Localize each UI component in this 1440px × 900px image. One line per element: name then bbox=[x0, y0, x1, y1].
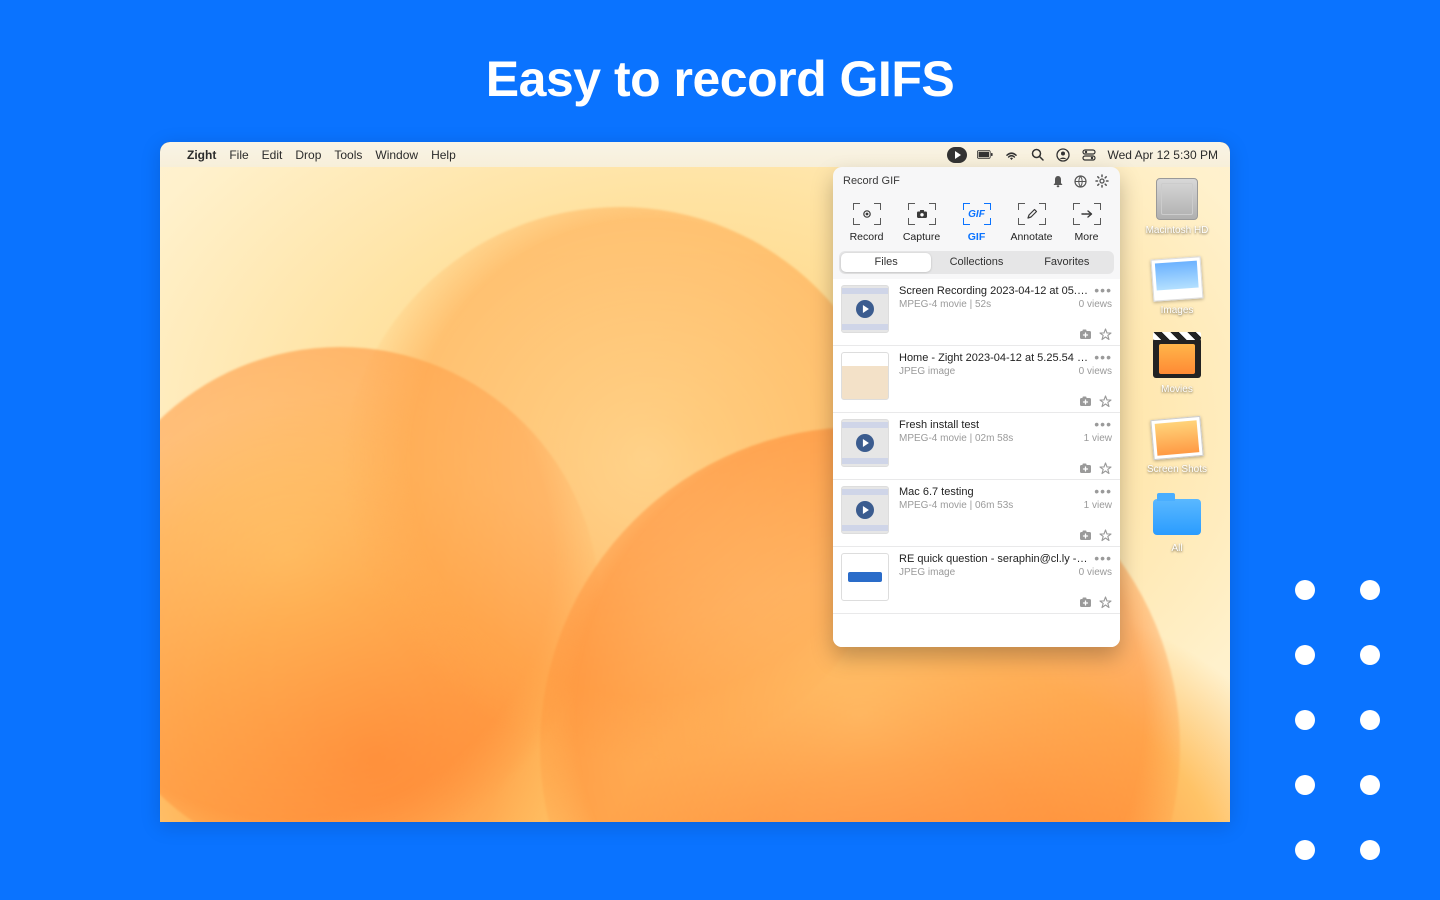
menu-edit[interactable]: Edit bbox=[262, 148, 283, 162]
menu-help[interactable]: Help bbox=[431, 148, 456, 162]
desktop-icon-movies[interactable]: Movies bbox=[1152, 336, 1202, 396]
action-gif[interactable]: GIF GIF bbox=[951, 203, 1003, 243]
item-name: RE quick question - seraphin@cl.ly - Clo… bbox=[899, 553, 1090, 565]
star-icon[interactable] bbox=[1098, 327, 1112, 341]
zight-panel: Record GIF Record bbox=[833, 167, 1120, 647]
zight-menubar-icon[interactable] bbox=[947, 147, 967, 163]
more-dots-icon[interactable]: ••• bbox=[1094, 553, 1112, 563]
panel-title: Record GIF bbox=[843, 175, 1044, 187]
item-meta: JPEG image bbox=[899, 366, 955, 377]
item-views: 0 views bbox=[1079, 366, 1112, 377]
list-item[interactable]: Mac 6.7 testing ••• MPEG-4 movie | 06m 53s… bbox=[833, 480, 1120, 547]
action-more[interactable]: More bbox=[1061, 203, 1113, 243]
thumbnail bbox=[841, 352, 889, 400]
more-dots-icon[interactable]: ••• bbox=[1094, 285, 1112, 295]
segmented-tabs: Files Collections Favorites bbox=[839, 251, 1114, 274]
menu-tools[interactable]: Tools bbox=[334, 148, 362, 162]
file-list[interactable]: Screen Recording 2023-04-12 at 05.28.50 … bbox=[833, 279, 1120, 647]
desktop-icon-images[interactable]: Images bbox=[1152, 257, 1202, 317]
star-icon[interactable] bbox=[1098, 461, 1112, 475]
more-dots-icon[interactable]: ••• bbox=[1094, 419, 1112, 429]
list-item[interactable]: Screen Recording 2023-04-12 at 05.28.50 … bbox=[833, 279, 1120, 346]
globe-icon[interactable] bbox=[1072, 173, 1088, 189]
tab-collections[interactable]: Collections bbox=[931, 253, 1021, 272]
panel-header: Record GIF bbox=[833, 167, 1120, 195]
desktop-icon-all[interactable]: All bbox=[1152, 495, 1202, 555]
menubar-app-name[interactable]: Zight bbox=[187, 148, 216, 162]
add-to-collection-icon[interactable] bbox=[1078, 528, 1092, 542]
thumbnail bbox=[841, 419, 889, 467]
wifi-icon[interactable] bbox=[1003, 147, 1019, 163]
desktop-icons-column: Macintosh HD Images Movies Screen Shots … bbox=[1134, 177, 1220, 555]
mac-desktop: Zight File Edit Drop Tools Window Help bbox=[160, 142, 1230, 822]
action-annotate[interactable]: Annotate bbox=[1006, 203, 1058, 243]
item-name: Home - Zight 2023-04-12 at 5.25.54 PM bbox=[899, 352, 1090, 364]
menu-window[interactable]: Window bbox=[375, 148, 418, 162]
folder-icon bbox=[1153, 499, 1201, 535]
clapperboard-icon bbox=[1153, 338, 1201, 378]
battery-icon[interactable] bbox=[977, 147, 993, 163]
item-views: 0 views bbox=[1079, 299, 1112, 310]
notifications-icon[interactable] bbox=[1050, 173, 1066, 189]
item-meta: MPEG-4 movie | 52s bbox=[899, 299, 991, 310]
desktop-wallpaper: Macintosh HD Images Movies Screen Shots … bbox=[160, 167, 1230, 822]
tab-favorites[interactable]: Favorites bbox=[1022, 253, 1112, 272]
decoration-dots bbox=[1295, 580, 1380, 860]
add-to-collection-icon[interactable] bbox=[1078, 394, 1092, 408]
item-meta: MPEG-4 movie | 02m 58s bbox=[899, 433, 1013, 444]
item-name: Mac 6.7 testing bbox=[899, 486, 1090, 498]
more-dots-icon[interactable]: ••• bbox=[1094, 486, 1112, 496]
spotlight-icon[interactable] bbox=[1029, 147, 1045, 163]
photo-stack-icon bbox=[1151, 256, 1204, 301]
control-center-icon[interactable] bbox=[1081, 147, 1097, 163]
action-capture[interactable]: Capture bbox=[896, 203, 948, 243]
thumbnail bbox=[841, 285, 889, 333]
item-meta: MPEG-4 movie | 06m 53s bbox=[899, 500, 1013, 511]
star-icon[interactable] bbox=[1098, 394, 1112, 408]
thumbnail bbox=[841, 553, 889, 601]
item-name: Screen Recording 2023-04-12 at 05.28.50 … bbox=[899, 285, 1090, 297]
star-icon[interactable] bbox=[1098, 528, 1112, 542]
thumbnail bbox=[841, 486, 889, 534]
list-item[interactable]: Fresh install test ••• MPEG-4 movie | 02m … bbox=[833, 413, 1120, 480]
more-dots-icon[interactable]: ••• bbox=[1094, 352, 1112, 362]
add-to-collection-icon[interactable] bbox=[1078, 461, 1092, 475]
menu-drop[interactable]: Drop bbox=[295, 148, 321, 162]
list-item[interactable]: RE quick question - seraphin@cl.ly - Clo… bbox=[833, 547, 1120, 614]
user-switch-icon[interactable] bbox=[1055, 147, 1071, 163]
tab-files[interactable]: Files bbox=[841, 253, 931, 272]
desktop-icon-screenshots[interactable]: Screen Shots bbox=[1147, 416, 1207, 476]
menubar: Zight File Edit Drop Tools Window Help bbox=[160, 142, 1230, 167]
star-icon[interactable] bbox=[1098, 595, 1112, 609]
add-to-collection-icon[interactable] bbox=[1078, 327, 1092, 341]
hard-drive-icon bbox=[1156, 178, 1198, 220]
item-views: 1 view bbox=[1084, 500, 1112, 511]
item-meta: JPEG image bbox=[899, 567, 955, 578]
desktop-icon-macintosh-hd[interactable]: Macintosh HD bbox=[1146, 177, 1209, 237]
add-to-collection-icon[interactable] bbox=[1078, 595, 1092, 609]
gear-icon[interactable] bbox=[1094, 173, 1110, 189]
menubar-datetime[interactable]: Wed Apr 12 5:30 PM bbox=[1107, 148, 1218, 162]
screenshot-stack-icon bbox=[1150, 415, 1203, 459]
item-name: Fresh install test bbox=[899, 419, 1090, 431]
item-views: 1 view bbox=[1084, 433, 1112, 444]
action-record[interactable]: Record bbox=[841, 203, 893, 243]
action-row: Record Capture GIF GIF bbox=[833, 195, 1120, 251]
hero-title: Easy to record GIFS bbox=[0, 0, 1440, 108]
list-item[interactable]: Home - Zight 2023-04-12 at 5.25.54 PM •••… bbox=[833, 346, 1120, 413]
menu-file[interactable]: File bbox=[229, 148, 248, 162]
item-views: 0 views bbox=[1079, 567, 1112, 578]
